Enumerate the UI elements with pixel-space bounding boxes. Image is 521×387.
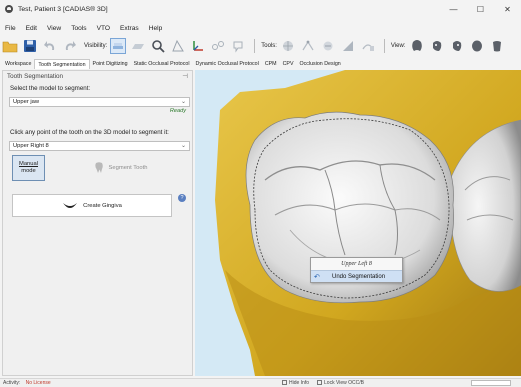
hide-info-label: Hide Info xyxy=(289,380,310,386)
plane-visibility-icon[interactable] xyxy=(130,38,146,54)
left-view-icon[interactable] xyxy=(429,38,445,54)
manual-mode-label-2: mode xyxy=(21,168,36,174)
tools-label: Tools: xyxy=(261,43,277,49)
visibility-label: Visibility: xyxy=(84,43,108,49)
status-options: Hide Info Lock View OCC/B xyxy=(282,380,364,386)
menu-vto[interactable]: VTO xyxy=(97,25,110,32)
segment-tooth-button[interactable]: Segment Tooth xyxy=(53,155,188,181)
toolbar-divider xyxy=(254,39,256,53)
tab-static-occlusal-protocol[interactable]: Static Occlusal Protocol xyxy=(131,59,193,69)
right-view-icon[interactable] xyxy=(449,38,465,54)
hide-info-checkbox[interactable]: Hide Info xyxy=(282,380,309,386)
menu-help[interactable]: Help xyxy=(149,25,163,32)
tab-cpv[interactable]: CPV xyxy=(280,59,297,69)
tab-strip: Workspace Tooth Segmentation Point Digit… xyxy=(0,59,344,69)
status-license: No License xyxy=(25,380,51,386)
toolbar: Visibility: Tools: View: xyxy=(0,35,521,57)
progress-bar xyxy=(471,380,511,386)
status-activity-label: Activity: xyxy=(3,380,21,386)
manual-mode-button[interactable]: Manual mode xyxy=(12,155,45,181)
chevron-down-icon: ⌄ xyxy=(180,143,186,149)
redo-icon[interactable] xyxy=(62,38,78,54)
view-label: View: xyxy=(390,43,406,49)
undo-segmentation-menu-item[interactable]: ↶ Undo Segmentation xyxy=(311,270,402,282)
top-view-icon[interactable] xyxy=(469,38,485,54)
menu-file[interactable]: File xyxy=(5,25,16,32)
undo-icon[interactable] xyxy=(42,38,58,54)
model-select[interactable]: Upper jaw ⌄ xyxy=(9,97,190,107)
gingiva-tool-icon[interactable] xyxy=(360,38,376,54)
undo-segmentation-label: Undo Segmentation xyxy=(332,273,386,280)
tooth-select[interactable]: Upper Right 8 ⌄ xyxy=(9,141,190,151)
checkbox-icon xyxy=(282,380,287,385)
annotation-visibility-icon[interactable] xyxy=(230,38,246,54)
bottom-view-icon[interactable] xyxy=(489,38,505,54)
undo-icon: ↶ xyxy=(314,273,320,281)
dental-model xyxy=(215,70,521,376)
tab-tooth-segmentation[interactable]: Tooth Segmentation xyxy=(34,59,90,69)
panel-title: Tooth Segmentation xyxy=(7,72,64,80)
occlusion-visibility-icon[interactable] xyxy=(170,38,186,54)
axis-visibility-icon[interactable] xyxy=(190,38,206,54)
segmentation-tool-icon[interactable] xyxy=(280,38,296,54)
manual-mode-label: Manual xyxy=(18,161,38,167)
menu-view[interactable]: View xyxy=(47,25,61,32)
title-bar: Test, Patient 3 [CADIAS® 3D] — ☐ ✕ xyxy=(0,0,521,18)
tooth-icon xyxy=(94,162,103,173)
toolbar-divider xyxy=(383,39,385,53)
click-tooth-label: Click any point of the tooth on the 3D m… xyxy=(10,129,169,136)
menu-edit[interactable]: Edit xyxy=(26,25,37,32)
save-icon[interactable] xyxy=(22,38,38,54)
create-gingiva-button[interactable]: Create Gingiva xyxy=(12,194,172,217)
tab-occlusion-design[interactable]: Occlusion Design xyxy=(297,59,344,69)
context-menu: Upper Left 8 ↶ Undo Segmentation xyxy=(310,257,403,283)
lock-view-checkbox[interactable]: Lock View OCC/B xyxy=(317,380,364,386)
tooth-segmentation-panel: Tooth Segmentation ⊣ Select the model to… xyxy=(2,70,193,376)
tab-dynamic-occlusal-protocol[interactable]: Dynamic Occlusal Protocol xyxy=(193,59,262,69)
model-select-label: Select the model to segment: xyxy=(10,85,91,92)
front-view-icon[interactable] xyxy=(409,38,425,54)
menu-tools[interactable]: Tools xyxy=(71,25,86,32)
ruler-tool-icon[interactable] xyxy=(340,38,356,54)
minimize-button[interactable]: — xyxy=(440,0,467,18)
maximize-button[interactable]: ☐ xyxy=(467,0,494,18)
gingiva-icon xyxy=(63,202,78,208)
tooth-select-value: Upper Right 8 xyxy=(13,143,49,149)
pin-icon[interactable]: ⊣ xyxy=(182,72,188,80)
segment-tooth-label: Segment Tooth xyxy=(108,165,148,171)
measurement-visibility-icon[interactable] xyxy=(210,38,226,54)
status-bar: Activity: No License Hide Info Lock View… xyxy=(0,378,521,387)
chevron-down-icon: ⌄ xyxy=(180,99,186,105)
digitizing-tool-icon[interactable] xyxy=(300,38,316,54)
help-icon[interactable]: ? xyxy=(178,194,186,202)
open-folder-icon[interactable] xyxy=(2,38,18,54)
app-logo-icon xyxy=(5,5,13,13)
close-button[interactable]: ✕ xyxy=(494,0,521,18)
menu-bar: File Edit View Tools VTO Extras Help xyxy=(0,22,172,34)
menu-extras[interactable]: Extras xyxy=(120,25,139,32)
tooth-visibility-icon[interactable] xyxy=(150,38,166,54)
protocol-tool-icon[interactable] xyxy=(320,38,336,54)
lock-view-label: Lock View OCC/B xyxy=(324,380,364,386)
tab-cpm[interactable]: CPM xyxy=(262,59,280,69)
tab-point-digitizing[interactable]: Point Digitizing xyxy=(90,59,131,69)
model-visibility-icon[interactable] xyxy=(110,38,127,54)
checkbox-icon xyxy=(317,380,323,385)
model-select-value: Upper jaw xyxy=(13,99,40,105)
tab-workspace[interactable]: Workspace xyxy=(2,59,34,69)
create-gingiva-label: Create Gingiva xyxy=(83,202,122,209)
3d-viewport[interactable] xyxy=(195,70,521,376)
status-activity: Activity: No License xyxy=(3,380,51,386)
window-title: Test, Patient 3 [CADIAS® 3D] xyxy=(18,5,108,13)
status-text: Ready xyxy=(169,108,186,114)
context-menu-title: Upper Left 8 xyxy=(341,261,372,267)
